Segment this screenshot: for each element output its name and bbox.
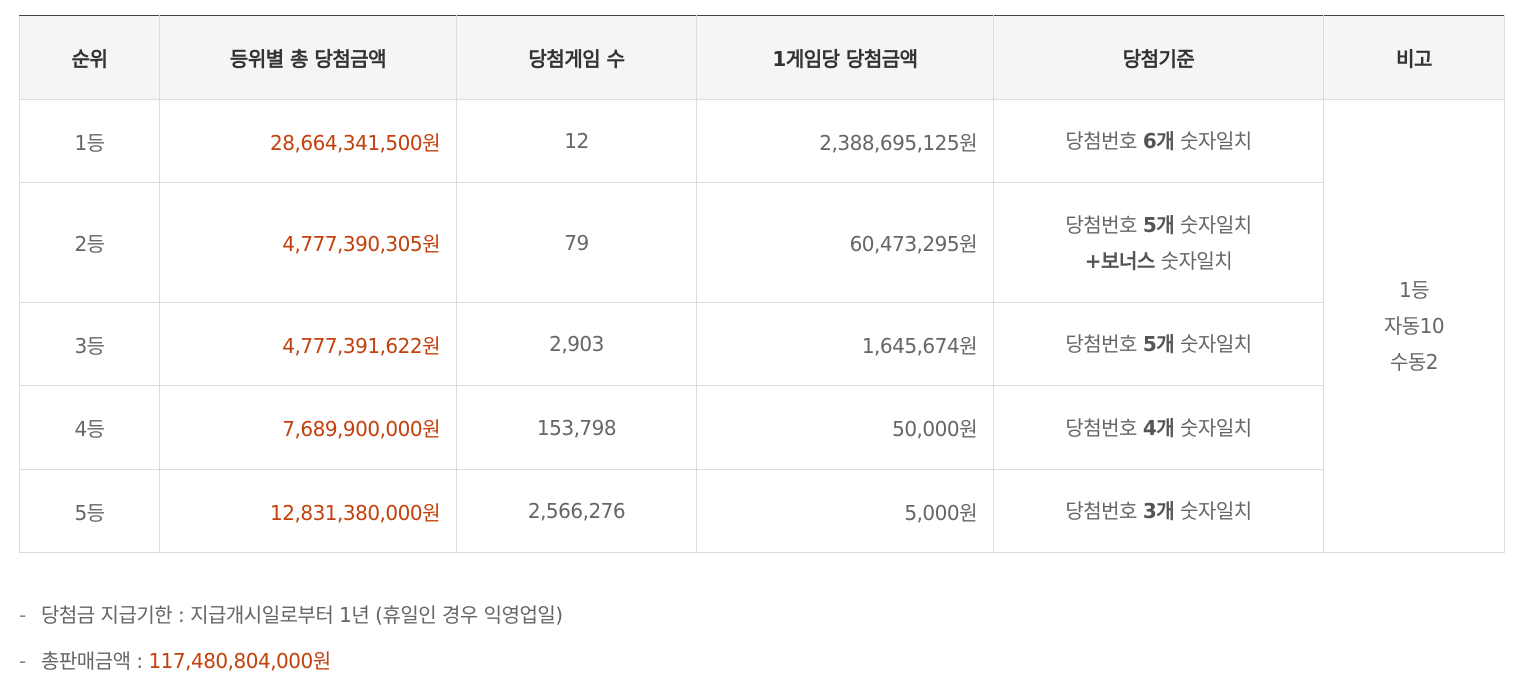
table-row: 4등 7,689,900,000원 153,798 50,000원 당첨번호 4… <box>19 385 1505 470</box>
payout-deadline-text: 당첨금 지급기한 : 지급개시일로부터 1년 (휴일인 경우 익영업일) <box>41 603 563 627</box>
game-count-cell: 2,903 <box>456 302 697 386</box>
total-amount-cell: 12,831,380,000원 <box>159 469 457 553</box>
payout-deadline-note: - 당첨금 지급기한 : 지급개시일로부터 1년 (휴일인 경우 익영업일) <box>19 592 563 638</box>
criteria-suffix: 숫자일치 <box>1174 212 1252 237</box>
total-amount-cell: 4,777,391,622원 <box>159 302 457 386</box>
header-rank: 순위 <box>19 15 160 100</box>
table-header-row: 순위 등위별 총 당첨금액 당첨게임 수 1게임당 당첨금액 당첨기준 비고 <box>19 15 1505 100</box>
per-game-amount-cell: 60,473,295원 <box>696 182 994 303</box>
criteria-line-bonus: +보너스 숫자일치 <box>1010 243 1307 279</box>
bullet-dash: - <box>19 649 26 673</box>
criteria-cell: 당첨번호 5개 숫자일치 <box>993 302 1324 386</box>
criteria-bonus: +보너스 <box>1084 248 1155 273</box>
rank-cell: 5등 <box>19 469 160 553</box>
bullet-dash: - <box>19 603 26 627</box>
table-row: 1등 28,664,341,500원 12 2,388,695,125원 당첨번… <box>19 99 1505 553</box>
game-count-cell: 2,566,276 <box>456 469 697 553</box>
rank-cell: 1등 <box>19 99 160 183</box>
header-game-count: 당첨게임 수 <box>456 15 697 100</box>
table-row: 2등 4,777,390,305원 79 60,473,295원 당첨번호 5개… <box>19 182 1505 303</box>
per-game-amount-cell: 2,388,695,125원 <box>696 99 994 183</box>
total-amount-cell: 7,689,900,000원 <box>159 385 457 470</box>
total-sales-value: 117,480,804,000원 <box>148 649 331 673</box>
criteria-suffix: 숫자일치 <box>1174 129 1252 153</box>
criteria-count: 3개 <box>1142 499 1175 523</box>
criteria-prefix: 당첨번호 <box>1065 332 1143 356</box>
rank-cell: 4등 <box>19 385 160 470</box>
note-line: 1등 <box>1398 278 1430 302</box>
criteria-count: 5개 <box>1142 212 1175 237</box>
criteria-line: 당첨번호 5개 숫자일치 <box>1010 207 1307 243</box>
note-line: 자동10 <box>1383 314 1445 338</box>
criteria-prefix: 당첨번호 <box>1065 129 1143 153</box>
criteria-suffix: 숫자일치 <box>1174 415 1252 440</box>
game-count-cell: 12 <box>456 99 697 183</box>
criteria-cell: 당첨번호 3개 숫자일치 <box>993 469 1324 553</box>
rank-cell: 3등 <box>19 302 160 386</box>
criteria-count: 5개 <box>1142 332 1175 356</box>
total-amount-cell: 28,664,341,500원 <box>159 99 457 183</box>
per-game-amount-cell: 50,000원 <box>696 385 994 470</box>
criteria-cell: 당첨번호 5개 숫자일치 +보너스 숫자일치 <box>993 182 1324 303</box>
criteria-prefix: 당첨번호 <box>1065 415 1143 440</box>
criteria-cell: 당첨번호 4개 숫자일치 <box>993 385 1324 470</box>
game-count-cell: 153,798 <box>456 385 697 470</box>
criteria-prefix: 당첨번호 <box>1065 499 1143 523</box>
header-total-amount: 등위별 총 당첨금액 <box>159 15 457 100</box>
header-criteria: 당첨기준 <box>993 15 1324 100</box>
game-count-cell: 79 <box>456 182 697 303</box>
per-game-amount-cell: 5,000원 <box>696 469 994 553</box>
criteria-suffix: 숫자일치 <box>1154 248 1233 273</box>
per-game-amount-cell: 1,645,674원 <box>696 302 994 386</box>
note-cell: 1등 자동10 수동2 <box>1323 99 1505 553</box>
total-sales-label: 총판매금액 : <box>41 649 149 673</box>
total-sales-note: - 총판매금액 : 117,480,804,000원 <box>19 638 563 684</box>
note-line: 수동2 <box>1389 350 1439 374</box>
criteria-prefix: 당첨번호 <box>1065 212 1143 237</box>
criteria-count: 6개 <box>1142 129 1175 153</box>
criteria-suffix: 숫자일치 <box>1174 332 1252 356</box>
header-per-game-amount: 1게임당 당첨금액 <box>696 15 994 100</box>
criteria-count: 4개 <box>1142 415 1175 440</box>
table-row: 5등 12,831,380,000원 2,566,276 5,000원 당첨번호… <box>19 469 1505 553</box>
header-note: 비고 <box>1323 15 1505 100</box>
total-amount-cell: 4,777,390,305원 <box>159 182 457 303</box>
criteria-suffix: 숫자일치 <box>1174 499 1252 523</box>
criteria-cell: 당첨번호 6개 숫자일치 <box>993 99 1324 183</box>
footnote-list: - 당첨금 지급기한 : 지급개시일로부터 1년 (휴일인 경우 익영업일) -총… <box>19 592 563 684</box>
table-row: 3등 4,777,391,622원 2,903 1,645,674원 당첨번호 … <box>19 302 1505 386</box>
rank-cell: 2등 <box>19 182 160 303</box>
winning-results-table: 순위 등위별 총 당첨금액 당첨게임 수 1게임당 당첨금액 당첨기준 비고 1… <box>19 15 1505 553</box>
